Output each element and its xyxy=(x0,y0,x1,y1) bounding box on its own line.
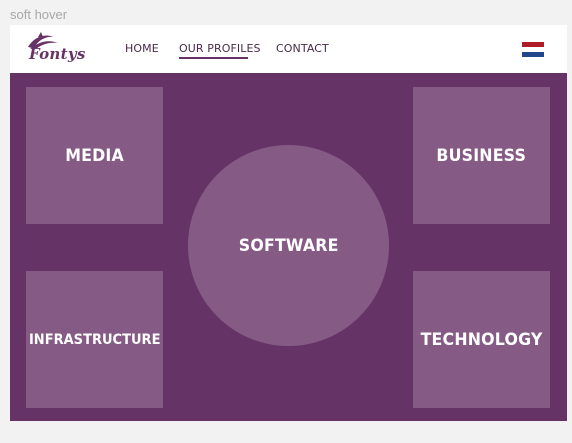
logo-text: Fontys xyxy=(29,45,86,63)
nav-our-profiles-link[interactable]: OUR PROFILES xyxy=(179,42,261,55)
profile-tile-label: MEDIA xyxy=(65,145,124,166)
profile-tile-technology[interactable]: TECHNOLOGY xyxy=(413,271,550,408)
profile-circle-software[interactable]: SOFTWARE xyxy=(188,145,389,346)
frame-label: soft hover xyxy=(10,7,68,22)
profile-circle-label: SOFTWARE xyxy=(238,235,339,256)
page-frame: Fontys HOME OUR PROFILES CONTACT MEDIA B… xyxy=(10,25,567,421)
profile-tile-label: BUSINESS xyxy=(436,145,527,166)
profile-tile-media[interactable]: MEDIA xyxy=(26,87,163,224)
nav-home-link[interactable]: HOME xyxy=(125,42,159,55)
active-nav-underline xyxy=(179,57,248,59)
profile-tile-infrastructure[interactable]: INFRASTRUCTURE xyxy=(26,271,163,408)
profile-tile-label: TECHNOLOGY xyxy=(420,329,543,350)
flag-stripe-blue xyxy=(522,52,544,57)
profile-tile-business[interactable]: BUSINESS xyxy=(413,87,550,224)
profiles-panel: MEDIA BUSINESS SOFTWARE INFRASTRUCTURE T… xyxy=(10,73,567,421)
netherlands-flag-icon[interactable] xyxy=(522,42,544,57)
nav-contact-link[interactable]: CONTACT xyxy=(276,42,329,55)
fontys-logo[interactable]: Fontys xyxy=(24,31,94,67)
profile-tile-label: INFRASTRUCTURE xyxy=(28,331,161,348)
top-navbar: Fontys HOME OUR PROFILES CONTACT xyxy=(10,25,567,73)
